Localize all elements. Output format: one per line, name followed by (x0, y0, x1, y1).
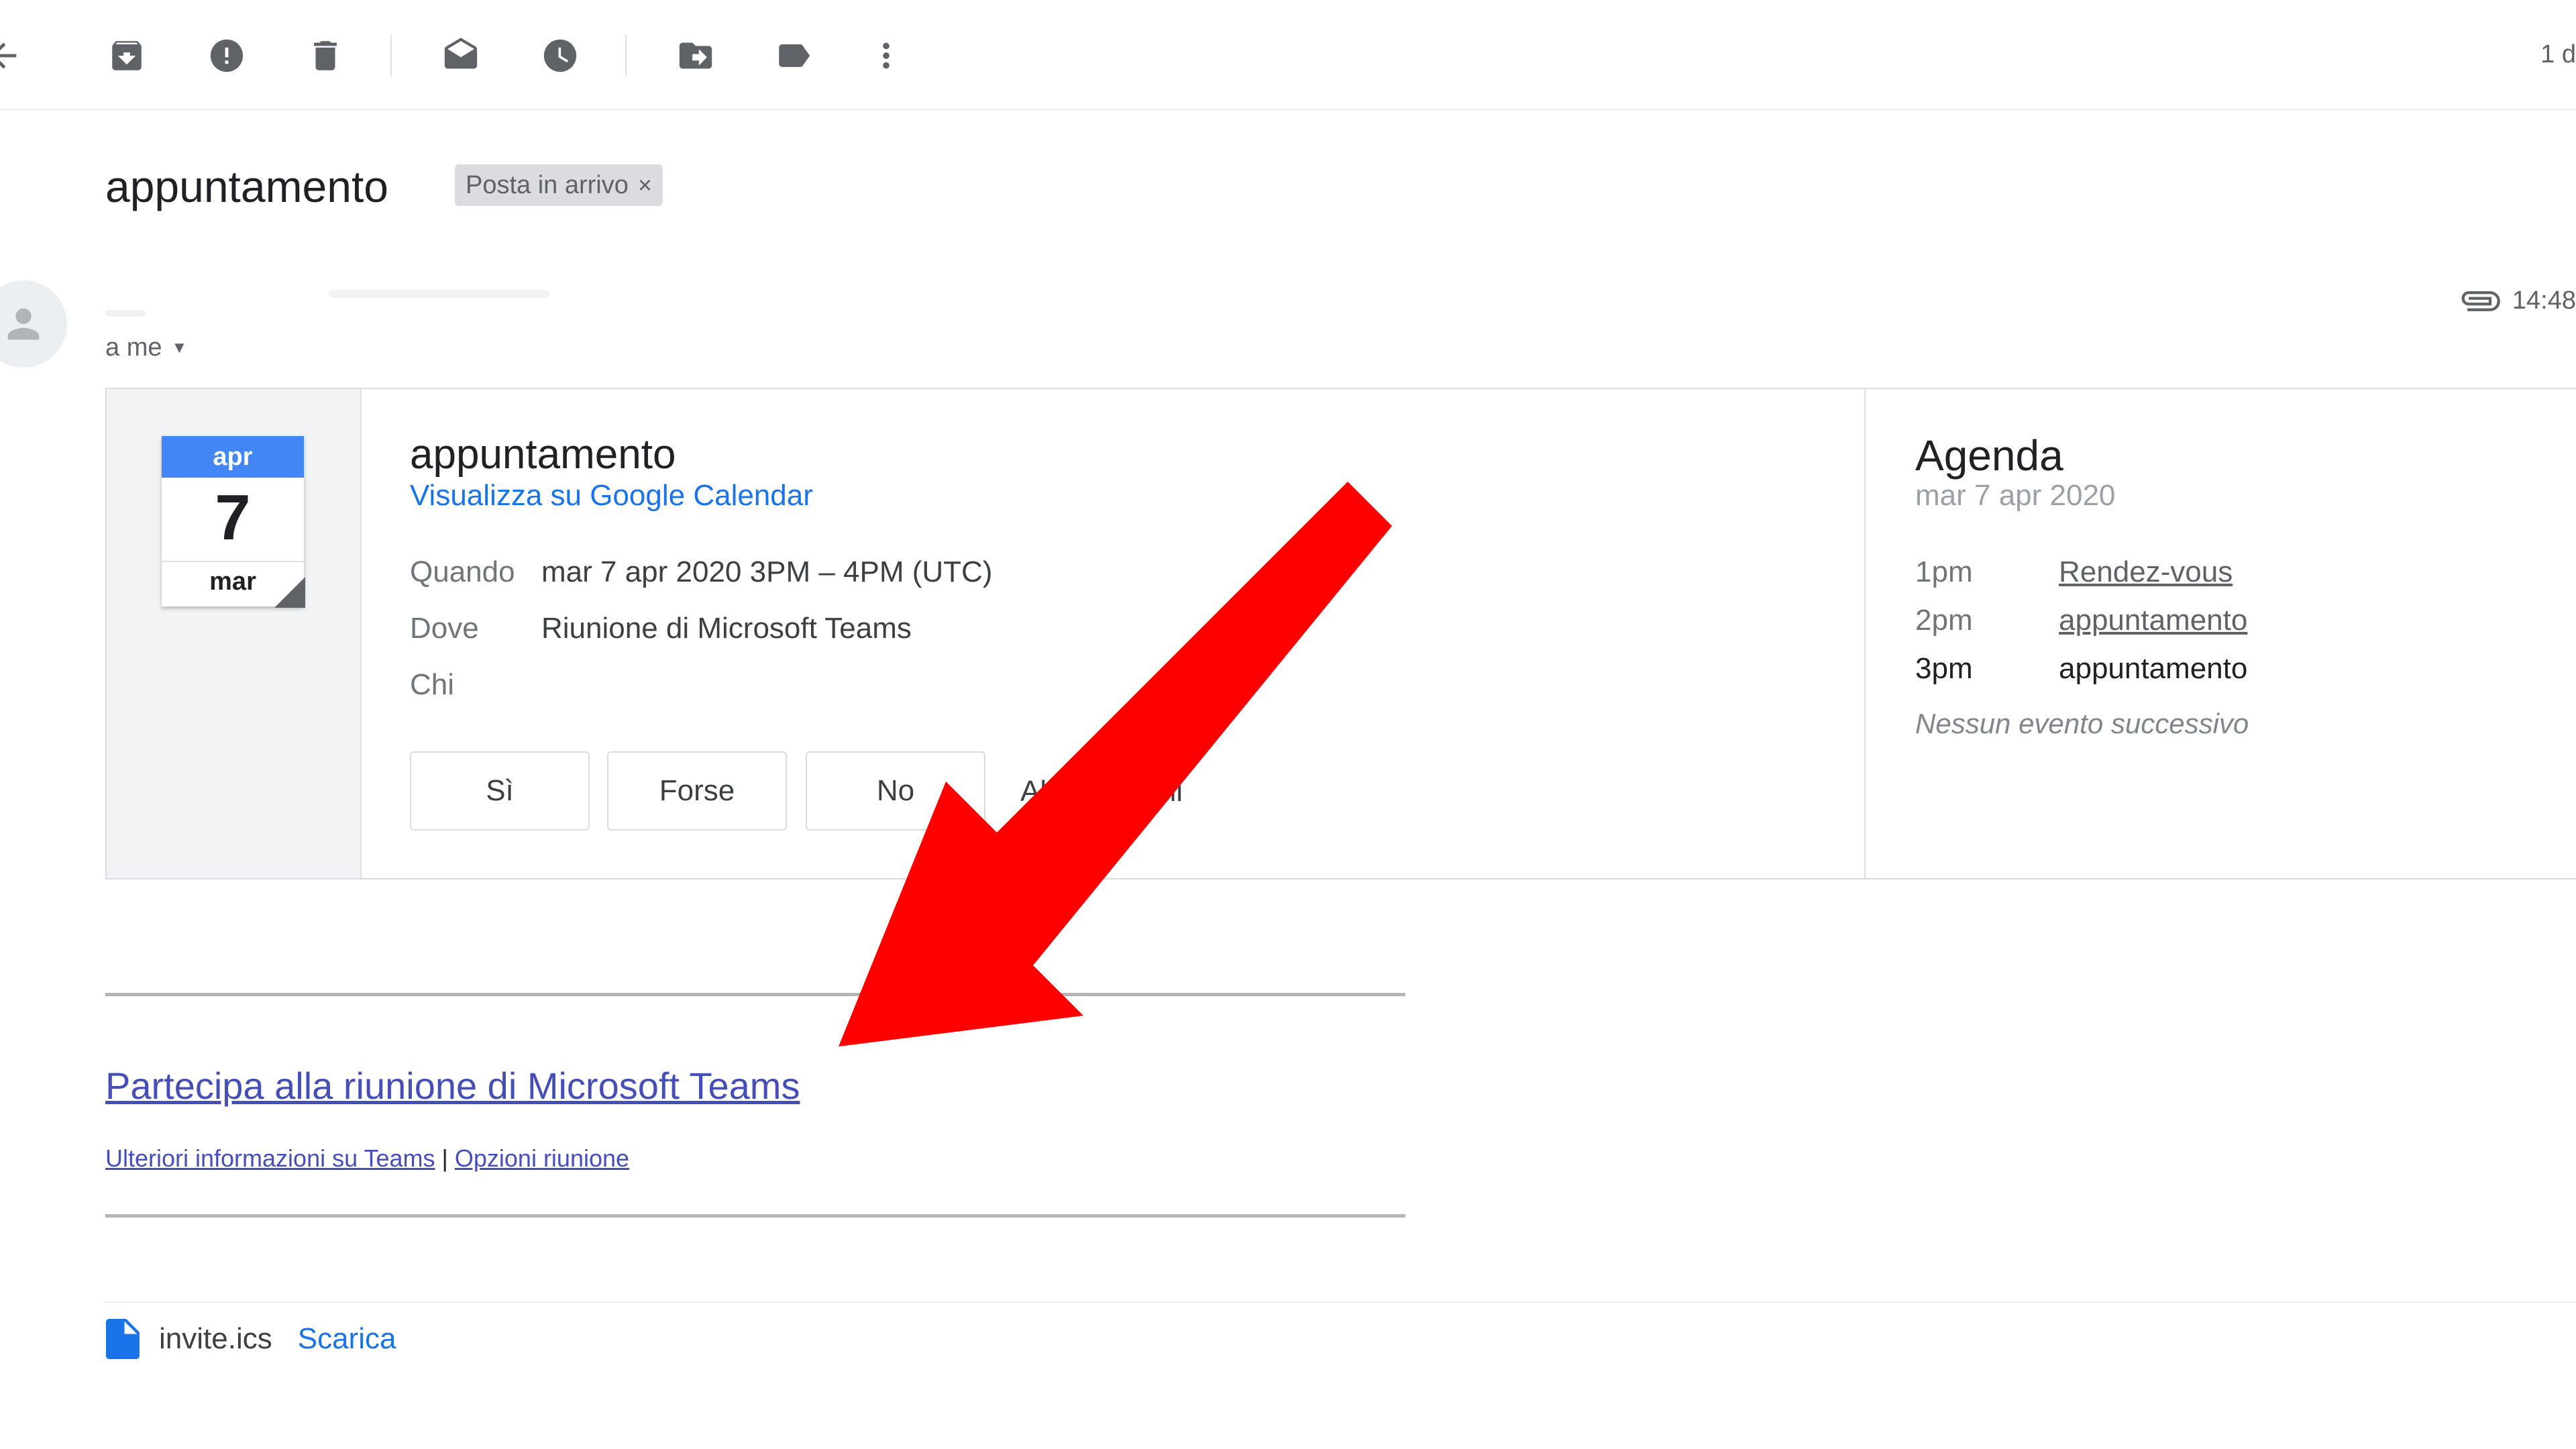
calendar-page-fold (274, 577, 305, 608)
email-meta: 14:48 (2457, 286, 2576, 315)
agenda-date: mar 7 apr 2020 (1915, 479, 2116, 512)
calendar-day: 7 (215, 482, 251, 553)
meeting-options-link[interactable]: Opzioni riunione (455, 1144, 629, 1172)
link-separator: | (441, 1144, 448, 1172)
when-label: Quando (410, 555, 515, 588)
email-subject: appuntamento (105, 162, 389, 211)
where-label: Dove (410, 612, 479, 645)
calendar-divider (162, 561, 304, 562)
agenda-item-link[interactable]: Rendez-vous (2059, 555, 2233, 588)
toolbar-separator (625, 35, 627, 76)
person-icon (7, 308, 40, 340)
invite-date-panel: apr 7 mar (107, 389, 362, 878)
back-arrow-icon[interactable] (0, 32, 27, 79)
where-value: Riunione di Microsoft Teams (541, 612, 912, 645)
report-spam-icon[interactable] (203, 32, 250, 79)
agenda-item: 2pm appuntamento (1915, 604, 2247, 637)
snooze-icon[interactable] (537, 32, 584, 79)
who-label: Chi (410, 668, 455, 701)
email-view: 1 d appuntamento Posta in arrivo × a me ▼… (0, 0, 2576, 1449)
agenda-item-link[interactable]: appuntamento (2059, 604, 2247, 637)
agenda-item: 1pm Rendez-vous (1915, 555, 2233, 589)
calendar-date-icon: apr 7 mar (162, 436, 305, 608)
teams-top-rule (105, 993, 1405, 996)
remove-label-icon[interactable]: × (638, 171, 652, 199)
inbox-label-chip: Posta in arrivo × (455, 164, 663, 206)
mark-unread-icon[interactable] (437, 32, 484, 79)
caret-down-icon: ▼ (171, 339, 188, 357)
agenda-item-time: 1pm (1915, 555, 1973, 588)
attachment-filename[interactable]: invite.ics (159, 1322, 272, 1356)
move-to-icon[interactable] (672, 32, 719, 79)
sender-avatar (0, 280, 67, 368)
event-title: appuntamento (410, 431, 676, 478)
more-vert-icon[interactable] (863, 32, 910, 79)
event-where-row: Dove Riunione di Microsoft Teams (410, 612, 912, 645)
teams-join-link[interactable]: Partecipa alla riunione di Microsoft Tea… (105, 1064, 800, 1108)
email-time: 14:48 (2512, 286, 2576, 315)
agenda-divider (1864, 389, 1866, 878)
delete-icon[interactable] (302, 32, 349, 79)
calendar-invite-card: apr 7 mar appuntamento Visualizza su Goo… (105, 388, 2576, 879)
sender-name-redacted (105, 310, 146, 317)
rsvp-yes-button[interactable]: Sì (410, 751, 590, 830)
event-who-row: Chi (410, 668, 541, 702)
download-link[interactable]: Scarica (298, 1322, 396, 1356)
attachment-icon (2461, 290, 2500, 311)
teams-secondary-links: Ulteriori informazioni su Teams | Opzioni … (105, 1144, 629, 1173)
label-chip-text: Posta in arrivo (466, 170, 629, 199)
sender-address-redacted (329, 290, 550, 298)
recipient-text: a me (105, 333, 162, 362)
attachment-row: invite.ics Scarica (105, 1319, 396, 1359)
archive-icon[interactable] (103, 32, 150, 79)
when-value: mar 7 apr 2020 3PM – 4PM (UTC) (541, 555, 993, 588)
rsvp-maybe-button[interactable]: Forse (607, 751, 787, 830)
pager-count: 1 d (2540, 40, 2576, 68)
event-when-row: Quando mar 7 apr 2020 3PM – 4PM (UTC) (410, 555, 992, 589)
recipient-details-toggle[interactable]: a me ▼ (105, 333, 187, 362)
attachment-divider (105, 1301, 2576, 1303)
email-toolbar: 1 d (0, 0, 2576, 110)
agenda-item-time: 2pm (1915, 604, 1973, 637)
agenda-item-name: appuntamento (2059, 652, 2248, 685)
agenda-no-events: Nessun evento successivo (1915, 708, 2249, 739)
agenda-title: Agenda (1915, 431, 2063, 480)
toolbar-separator (390, 35, 392, 76)
agenda-item-time: 3pm (1915, 652, 1973, 685)
file-icon (106, 1319, 140, 1359)
teams-learn-more-link[interactable]: Ulteriori informazioni su Teams (105, 1144, 435, 1172)
label-icon[interactable] (770, 32, 817, 79)
more-options-link[interactable]: Altre opzioni (1020, 775, 1183, 808)
agenda-item-current: 3pm appuntamento (1915, 652, 2247, 686)
calendar-month: apr (162, 436, 304, 478)
rsvp-no-button[interactable]: No (806, 751, 985, 830)
teams-bottom-rule (105, 1214, 1405, 1218)
view-in-calendar-link[interactable]: Visualizza su Google Calendar (410, 479, 813, 513)
